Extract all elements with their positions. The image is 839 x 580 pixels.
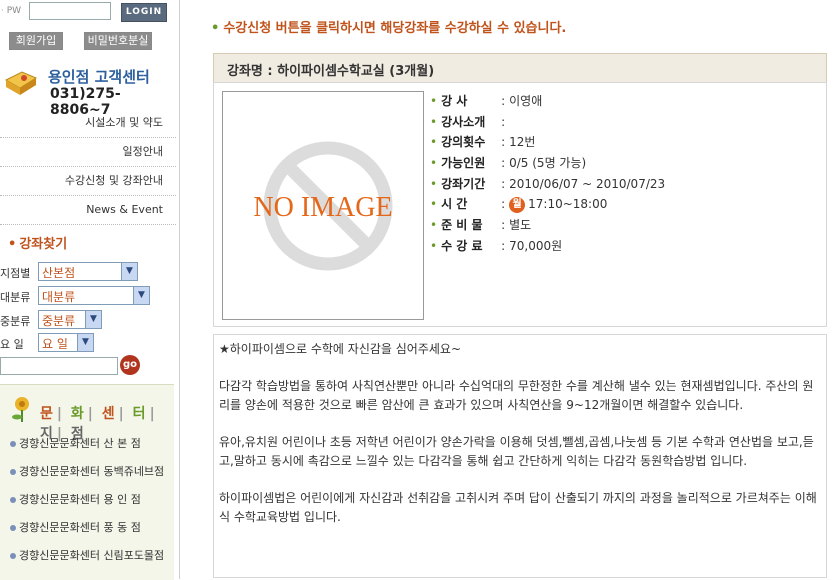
bullet-icon — [10, 525, 16, 531]
sidebar: · PW LOGIN 회원가입 비밀번호분실 용인점 고객센터 031)275-… — [0, 0, 180, 580]
course-title-bar: 강좌명 : 하이파이셈수학교실 (3개월) — [213, 53, 827, 83]
side-link-facility[interactable]: 시설소개 및 약도 — [0, 109, 176, 138]
chevron-down-icon: ▼ — [85, 311, 101, 328]
filter-subcategory: 중분류 중분류 ▼ — [0, 310, 179, 330]
category-select[interactable]: 대분류 ▼ — [38, 286, 150, 305]
login-row: · PW LOGIN — [0, 2, 179, 22]
side-link-schedule[interactable]: 일정안내 — [0, 138, 176, 167]
culture-center-box: 문 | 화 | 센 | 터 | 지 | 점 경향신문문화센터 산 본 점 경향신문문화센터… — [0, 384, 174, 580]
filter-branch: 지점별 산본점 ▼ — [0, 262, 179, 282]
info-time: • 시 간: 월 17:10~18:00 — [430, 196, 608, 213]
culture-center-title: 문 | 화 | 센 | 터 | 지 | 점 — [10, 395, 170, 442]
info-instructor: • 강 사: 이영애 — [430, 94, 543, 108]
filter-label: 중분류 — [0, 315, 31, 328]
course-info-list: • 강 사: 이영애 • 강사소개: • 강의횟수:12번 • 가능인원:0/5 (5명 … — [430, 91, 665, 257]
culture-center-link[interactable]: 경향신문문화센터 풍 동 점 — [0, 514, 174, 542]
registration-notice: • 수강신청 버튼을 클릭하시면 해당강좌를 수강하실 수 있습니다. — [211, 21, 567, 36]
course-photo: NO IMAGE — [222, 91, 424, 320]
keyword-input[interactable] — [0, 357, 118, 375]
culture-center-link[interactable]: 경향신문문화센터 동백쥬네브점 — [0, 458, 174, 486]
culture-center-link[interactable]: 경향신문문화센터 산 본 점 — [0, 430, 174, 458]
description-paragraph: 다감각 학습방법을 통하여 사칙연산뿐만 아니라 수십억대의 무한정한 수를 계… — [219, 379, 814, 412]
pw-label: · PW — [1, 6, 22, 16]
description-paragraph: 유아,유치원 어린이나 초등 저학년 어린이가 양손가락을 이용해 덧셈,뺄셈,… — [219, 435, 814, 468]
course-description: ★하이파이셈으로 수학에 자신감을 심어주세요~ 다감각 학습방법을 통하여 사… — [213, 334, 827, 578]
no-image-text: NO IMAGE — [253, 192, 392, 223]
main-content: • 수강신청 버튼을 클릭하시면 해당강좌를 수강하실 수 있습니다. 강좌명 :… — [180, 0, 839, 579]
customer-center-title: 용인점 고객센터 — [48, 68, 150, 86]
course-search-title: • 강좌찾기 — [8, 237, 68, 252]
filter-category: 대분류 대분류 ▼ — [0, 286, 179, 306]
bullet-icon — [10, 553, 16, 559]
filter-label: 대분류 — [0, 291, 31, 304]
day-select[interactable]: 요 일 ▼ — [38, 333, 94, 352]
culture-center-link[interactable]: 경향신문문화센터 용 인 점 — [0, 486, 174, 514]
go-button[interactable]: go — [120, 355, 140, 375]
side-links: 시설소개 및 약도 일정안내 수강신청 및 강좌안내 News & Event — [0, 109, 176, 225]
bullet-icon — [10, 497, 16, 503]
customer-center: 용인점 고객센터 031)275-8806~7 — [0, 64, 179, 118]
info-capacity: • 가능인원:0/5 (5명 가능) — [430, 156, 587, 171]
description-paragraph: ★하이파이셈으로 수학에 자신감을 심어주세요~ — [219, 342, 462, 356]
title-char: 문 — [40, 406, 53, 422]
find-password-button[interactable]: 비밀번호분실 — [84, 32, 152, 50]
filter-day: 요 일 요 일 ▼ — [0, 333, 179, 353]
course-info-box: NO IMAGE • 강 사: 이영애 • 강사소개: • 강의횟수:12번 • 가능인원… — [213, 82, 827, 327]
info-instructor-intro: • 강사소개: — [430, 114, 506, 129]
password-input[interactable] — [29, 2, 111, 20]
customer-center-icon — [4, 71, 38, 95]
culture-center-list: 경향신문문화센터 산 본 점 경향신문문화센터 동백쥬네브점 경향신문문화센터 … — [0, 430, 174, 570]
filter-label: 지점별 — [0, 267, 31, 280]
bullet-icon: • — [211, 21, 220, 36]
filter-label: 요 일 — [0, 338, 24, 351]
join-button[interactable]: 회원가입 — [9, 32, 63, 50]
branch-select[interactable]: 산본점 ▼ — [38, 262, 138, 281]
subcategory-select[interactable]: 중분류 ▼ — [38, 310, 102, 329]
side-link-news[interactable]: News & Event — [0, 196, 176, 225]
bullet-icon — [10, 441, 16, 447]
description-paragraph: 하이파이셈법은 어린이에게 자신감과 선취감을 고취시켜 주며 답이 산출되기 … — [219, 491, 817, 524]
info-period: • 강좌기간:2010/06/07 ~ 2010/07/23 — [430, 176, 666, 191]
title-char: 터 — [132, 406, 146, 422]
no-image-icon: NO IMAGE — [253, 141, 393, 271]
flower-icon — [12, 397, 29, 422]
culture-center-link[interactable]: 경향신문문화센터 신림포도몰점 — [0, 542, 174, 570]
info-lecture-count: • 강의횟수:12번 — [430, 135, 536, 150]
chevron-down-icon: ▼ — [133, 287, 149, 304]
login-button[interactable]: LOGIN — [121, 3, 167, 22]
day-badge: 월 — [509, 196, 526, 213]
info-fee: • 수 강 료:70,000원 — [430, 238, 563, 253]
info-materials: • 준 비 물: 별도 — [430, 218, 532, 233]
chevron-down-icon: ▼ — [121, 263, 137, 280]
course-title: 강좌명 : 하이파이셈수학교실 (3개월) — [227, 64, 435, 79]
bullet-icon: • — [8, 237, 17, 252]
bullet-icon — [10, 469, 16, 475]
side-link-registration[interactable]: 수강신청 및 강좌안내 — [0, 167, 176, 196]
title-char: 화 — [70, 406, 84, 422]
chevron-down-icon: ▼ — [77, 334, 93, 351]
title-char: 센 — [101, 406, 115, 422]
